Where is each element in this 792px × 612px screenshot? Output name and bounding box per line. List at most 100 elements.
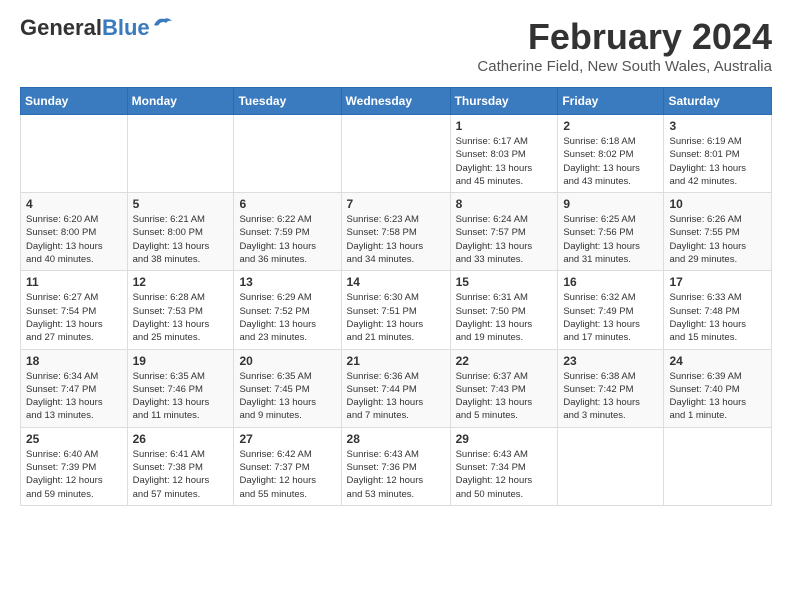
calendar-week-row: 4 Sunrise: 6:20 AM Sunset: 8:00 PM Daylig… [21,193,772,271]
day-number: 4 [26,197,122,211]
day-info: Sunrise: 6:43 AM Sunset: 7:36 PM Dayligh… [347,448,445,501]
day-info: Sunrise: 6:34 AM Sunset: 7:47 PM Dayligh… [26,370,122,423]
table-row: 8 Sunrise: 6:24 AM Sunset: 7:57 PM Daylig… [450,193,558,271]
day-info: Sunrise: 6:22 AM Sunset: 7:59 PM Dayligh… [239,213,335,266]
day-number: 11 [26,275,122,289]
table-row: 18 Sunrise: 6:34 AM Sunset: 7:47 PM Dayli… [21,349,128,427]
day-info: Sunrise: 6:25 AM Sunset: 7:56 PM Dayligh… [563,213,658,266]
logo: GeneralBlue [20,16,174,40]
col-tuesday: Tuesday [234,88,341,115]
month-title: February 2024 [477,16,772,58]
bird-icon [152,15,174,33]
table-row [21,115,128,193]
day-number: 25 [26,432,122,446]
day-number: 17 [669,275,766,289]
day-number: 22 [456,354,553,368]
table-row: 14Sunrise: 6:30 AM Sunset: 7:51 PM Dayli… [341,271,450,349]
day-number: 12 [133,275,229,289]
page-header: GeneralBlue February 2024 Catherine Fiel… [20,16,772,83]
day-number: 7 [347,197,445,211]
calendar-week-row: 1Sunrise: 6:17 AM Sunset: 8:03 PM Daylig… [21,115,772,193]
col-saturday: Saturday [664,88,772,115]
day-info: Sunrise: 6:36 AM Sunset: 7:44 PM Dayligh… [347,370,445,423]
day-info: Sunrise: 6:20 AM Sunset: 8:00 PM Dayligh… [26,213,122,266]
table-row: 17 Sunrise: 6:33 AM Sunset: 7:48 PM Dayli… [664,271,772,349]
table-row: 1Sunrise: 6:17 AM Sunset: 8:03 PM Daylig… [450,115,558,193]
col-sunday: Sunday [21,88,128,115]
day-number: 29 [456,432,553,446]
col-monday: Monday [127,88,234,115]
day-info: Sunrise: 6:21 AM Sunset: 8:00 PM Dayligh… [133,213,229,266]
table-row: 9 Sunrise: 6:25 AM Sunset: 7:56 PM Daylig… [558,193,664,271]
calendar-week-row: 18 Sunrise: 6:34 AM Sunset: 7:47 PM Dayli… [21,349,772,427]
table-row [341,115,450,193]
table-row [664,427,772,505]
day-info: Sunrise: 6:41 AM Sunset: 7:38 PM Dayligh… [133,448,229,501]
day-info: Sunrise: 6:28 AM Sunset: 7:53 PM Dayligh… [133,291,229,344]
location-title: Catherine Field, New South Wales, Austra… [477,58,772,75]
day-info: Sunrise: 6:24 AM Sunset: 7:57 PM Dayligh… [456,213,553,266]
day-number: 26 [133,432,229,446]
day-number: 13 [239,275,335,289]
day-info: Sunrise: 6:17 AM Sunset: 8:03 PM Dayligh… [456,135,553,188]
table-row: 26 Sunrise: 6:41 AM Sunset: 7:38 PM Dayli… [127,427,234,505]
day-info: Sunrise: 6:40 AM Sunset: 7:39 PM Dayligh… [26,448,122,501]
day-number: 8 [456,197,553,211]
table-row: 5Sunrise: 6:21 AM Sunset: 8:00 PM Daylig… [127,193,234,271]
day-number: 6 [239,197,335,211]
day-info: Sunrise: 6:31 AM Sunset: 7:50 PM Dayligh… [456,291,553,344]
day-number: 2 [563,119,658,133]
calendar-table: Sunday Monday Tuesday Wednesday Thursday… [20,87,772,506]
day-info: Sunrise: 6:18 AM Sunset: 8:02 PM Dayligh… [563,135,658,188]
day-info: Sunrise: 6:32 AM Sunset: 7:49 PM Dayligh… [563,291,658,344]
table-row: 6 Sunrise: 6:22 AM Sunset: 7:59 PM Daylig… [234,193,341,271]
table-row: 28 Sunrise: 6:43 AM Sunset: 7:36 PM Dayli… [341,427,450,505]
day-info: Sunrise: 6:27 AM Sunset: 7:54 PM Dayligh… [26,291,122,344]
table-row: 23 Sunrise: 6:38 AM Sunset: 7:42 PM Dayli… [558,349,664,427]
day-number: 19 [133,354,229,368]
day-info: Sunrise: 6:33 AM Sunset: 7:48 PM Dayligh… [669,291,766,344]
day-number: 21 [347,354,445,368]
calendar-header-row: Sunday Monday Tuesday Wednesday Thursday… [21,88,772,115]
col-friday: Friday [558,88,664,115]
day-number: 27 [239,432,335,446]
table-row: 11 Sunrise: 6:27 AM Sunset: 7:54 PM Dayli… [21,271,128,349]
table-row: 2 Sunrise: 6:18 AM Sunset: 8:02 PM Daylig… [558,115,664,193]
day-info: Sunrise: 6:39 AM Sunset: 7:40 PM Dayligh… [669,370,766,423]
table-row: 16Sunrise: 6:32 AM Sunset: 7:49 PM Dayli… [558,271,664,349]
table-row: 15Sunrise: 6:31 AM Sunset: 7:50 PM Dayli… [450,271,558,349]
col-wednesday: Wednesday [341,88,450,115]
table-row [127,115,234,193]
day-number: 18 [26,354,122,368]
day-number: 28 [347,432,445,446]
table-row: 3 Sunrise: 6:19 AM Sunset: 8:01 PM Daylig… [664,115,772,193]
day-info: Sunrise: 6:35 AM Sunset: 7:45 PM Dayligh… [239,370,335,423]
logo-blue: Blue [102,15,150,40]
day-info: Sunrise: 6:42 AM Sunset: 7:37 PM Dayligh… [239,448,335,501]
day-number: 3 [669,119,766,133]
day-number: 23 [563,354,658,368]
table-row: 10 Sunrise: 6:26 AM Sunset: 7:55 PM Dayli… [664,193,772,271]
table-row: 22 Sunrise: 6:37 AM Sunset: 7:43 PM Dayli… [450,349,558,427]
table-row: 7 Sunrise: 6:23 AM Sunset: 7:58 PM Daylig… [341,193,450,271]
table-row: 20Sunrise: 6:35 AM Sunset: 7:45 PM Dayli… [234,349,341,427]
logo-text: GeneralBlue [20,16,150,40]
table-row: 24 Sunrise: 6:39 AM Sunset: 7:40 PM Dayli… [664,349,772,427]
day-info: Sunrise: 6:37 AM Sunset: 7:43 PM Dayligh… [456,370,553,423]
day-number: 9 [563,197,658,211]
table-row: 25 Sunrise: 6:40 AM Sunset: 7:39 PM Dayli… [21,427,128,505]
day-number: 24 [669,354,766,368]
table-row: 12 Sunrise: 6:28 AM Sunset: 7:53 PM Dayli… [127,271,234,349]
calendar-week-row: 25 Sunrise: 6:40 AM Sunset: 7:39 PM Dayli… [21,427,772,505]
day-info: Sunrise: 6:19 AM Sunset: 8:01 PM Dayligh… [669,135,766,188]
logo-general: General [20,15,102,40]
day-info: Sunrise: 6:38 AM Sunset: 7:42 PM Dayligh… [563,370,658,423]
table-row [234,115,341,193]
day-number: 10 [669,197,766,211]
table-row: 27 Sunrise: 6:42 AM Sunset: 7:37 PM Dayli… [234,427,341,505]
table-row: 13Sunrise: 6:29 AM Sunset: 7:52 PM Dayli… [234,271,341,349]
day-info: Sunrise: 6:26 AM Sunset: 7:55 PM Dayligh… [669,213,766,266]
table-row: 21 Sunrise: 6:36 AM Sunset: 7:44 PM Dayli… [341,349,450,427]
table-row: 19Sunrise: 6:35 AM Sunset: 7:46 PM Dayli… [127,349,234,427]
day-info: Sunrise: 6:23 AM Sunset: 7:58 PM Dayligh… [347,213,445,266]
